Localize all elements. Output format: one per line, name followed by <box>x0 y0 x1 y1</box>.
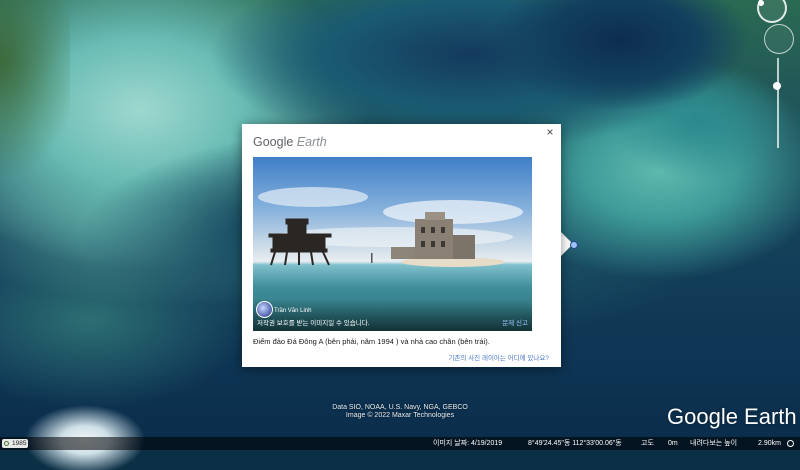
status-bar: 1985 이미지 날짜: 4/19/2019 8°49'24.45"동 112°… <box>0 437 800 450</box>
elevation-value: 0m <box>668 440 678 447</box>
globe-icon[interactable] <box>787 440 794 447</box>
map-land-area <box>0 0 70 200</box>
historical-imagery-button[interactable]: 1985 <box>2 439 29 448</box>
stilt-house <box>268 218 332 266</box>
popup-logo: Google Earth <box>253 135 327 149</box>
imagery-date: 이미지 날짜: 4/19/2019 <box>433 440 503 447</box>
photo-author-name[interactable]: Trần Văn Linh <box>274 308 311 314</box>
close-icon[interactable]: × <box>543 125 557 139</box>
photo-caption: Điểm đảo Đá Đông A (bên phải, năm 1994 )… <box>253 337 490 346</box>
logo-google: Google <box>253 135 294 149</box>
avatar[interactable] <box>256 301 273 318</box>
google-earth-logo: Google Earth <box>667 404 797 429</box>
zoom-slider-knob[interactable] <box>773 82 781 90</box>
clock-icon <box>4 440 9 446</box>
coordinates-readout: 8°49'24.45"동 112°33'00.06"동 <box>528 440 622 447</box>
tilt-control[interactable] <box>764 24 794 54</box>
placemark-pin-icon[interactable] <box>570 241 578 249</box>
photo-copyright-notice: 저작권 보호를 받는 이미지일 수 있습니다. <box>257 320 370 327</box>
info-popup: Google Earth × Trần Văn Linh 저작권 보호를 받는 … <box>242 124 561 367</box>
logo-earth: Earth <box>296 135 327 149</box>
photo-layer-help-link[interactable]: 기존의 사진 레이어는 어디에 있나요? <box>448 352 549 362</box>
year-label: 1985 <box>12 440 27 447</box>
eye-altitude-label: 내려다보는 높이 <box>690 440 738 447</box>
popup-photo[interactable]: Trần Văn Linh 저작권 보호를 받는 이미지일 수 있습니다. 문제… <box>253 157 532 331</box>
elevation-label: 고도 <box>641 440 654 447</box>
marker-post <box>371 253 373 263</box>
north-marker-icon <box>758 0 764 6</box>
report-problem-link[interactable]: 문제 신고 <box>502 317 528 327</box>
eye-altitude-value: 2.90km <box>758 440 781 447</box>
photo-cloud <box>258 187 368 207</box>
zoom-slider[interactable] <box>777 58 779 148</box>
